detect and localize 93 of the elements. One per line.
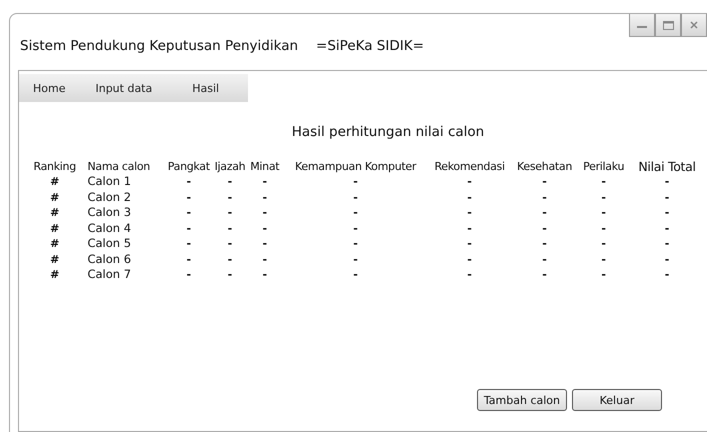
column-header: Nilai Total [637, 159, 697, 174]
table-cell-text: - [352, 236, 359, 252]
menu-item[interactable]: Hasil [192, 82, 220, 94]
table-cell-text: Calon 4 [87, 220, 132, 236]
table-cell-text: # [49, 236, 60, 252]
table-cell-text: - [466, 252, 473, 267]
table-cell-text: - [261, 174, 268, 190]
table-cell-text: - [226, 190, 234, 205]
table-cell-text: - [466, 236, 473, 252]
table-cell-text: - [186, 205, 192, 220]
table-cell-text: - [466, 220, 473, 236]
table-cell-text: - [352, 174, 359, 190]
table-cell-text: - [664, 236, 670, 252]
table-cell-text: - [352, 252, 359, 267]
table-cell-text: - [261, 205, 268, 220]
add-button[interactable]: Tambah calon [476, 389, 567, 411]
table-cell-text: # [49, 205, 60, 220]
table-cell-text: - [261, 220, 268, 236]
table-cell-text: - [466, 174, 473, 190]
exit-button[interactable]: Keluar [572, 389, 662, 411]
table-cell-text: - [541, 220, 548, 236]
table-cell-text: - [186, 190, 192, 205]
close-button[interactable] [681, 14, 707, 37]
table-cell-text: - [466, 205, 473, 220]
table-cell-text: - [600, 220, 607, 236]
table-cell-text: - [664, 267, 670, 282]
table-cell-text: - [664, 252, 670, 267]
table-cell-text: - [186, 174, 192, 190]
column-header: Ijazah [214, 159, 246, 174]
table-cell-text: Calon 3 [87, 205, 132, 220]
table-cell-text: - [466, 267, 473, 282]
column-header: Nama calon [87, 159, 151, 174]
table-cell-text: - [352, 190, 359, 205]
column-header: Ranking [32, 159, 77, 174]
minimize-button[interactable] [629, 14, 655, 37]
table-cell-text: - [541, 174, 548, 190]
table-cell-text: - [186, 236, 192, 252]
table-cell-text: # [49, 190, 60, 205]
table-cell-text: - [600, 267, 607, 282]
table-cell-text: - [600, 205, 607, 220]
maximize-icon [662, 20, 674, 30]
table-cell-text: - [261, 236, 268, 252]
table-cell-text: - [226, 174, 234, 190]
table-cell-text: - [600, 190, 607, 205]
table-cell-text: Calon 1 [87, 174, 132, 190]
table-cell-text: Calon 2 [87, 190, 132, 205]
table-cell-text: - [664, 174, 670, 190]
table-cell-text: - [600, 236, 607, 252]
table-cell-text: - [186, 267, 192, 282]
column-header: Rekomendasi [433, 159, 506, 174]
table-cell-text: - [186, 220, 192, 236]
column-header: Perilaku [582, 159, 626, 174]
table-cell-text: - [600, 252, 607, 267]
menu-item[interactable]: Input data [95, 82, 192, 94]
table-cell-text: - [664, 190, 670, 205]
table-cell-text: - [541, 190, 548, 205]
table-cell-text: - [541, 267, 548, 282]
table-cell-text: - [261, 267, 268, 282]
section-heading: Hasil perhitungan nilai calon [290, 124, 484, 140]
table-cell-text: - [226, 205, 234, 220]
table-cell-text: - [352, 220, 359, 236]
table-cell-text: - [261, 252, 268, 267]
table-cell-text: - [226, 252, 234, 267]
table-cell-text: - [664, 205, 670, 220]
column-header: Kesehatan [516, 159, 574, 174]
table-cell-text: - [352, 205, 359, 220]
table-cell-text: - [261, 190, 268, 205]
table-cell-text: Calon 7 [87, 267, 132, 282]
table-cell-text: - [226, 220, 234, 236]
table-cell-text: - [600, 174, 607, 190]
column-header: Kemampuan Komputer [294, 159, 418, 174]
table-cell-text: Calon 6 [87, 252, 132, 267]
column-header: Minat [249, 159, 280, 174]
table-cell-text: # [49, 174, 60, 190]
table-cell-text: # [49, 267, 60, 282]
table-cell-text: - [541, 252, 548, 267]
maximize-button[interactable] [655, 14, 681, 37]
app-subtitle: =SiPeKa SIDIK= [316, 38, 424, 54]
window-title: Sistem Pendukung Keputusan Penyidikan [20, 38, 298, 54]
column-header: Pangkat [166, 159, 211, 174]
table-cell-text: # [49, 220, 60, 236]
table-cell-text: # [49, 252, 60, 267]
table-cell-text: - [226, 236, 234, 252]
table-cell-text: - [352, 267, 359, 282]
table-cell-text: - [186, 252, 192, 267]
close-icon [690, 21, 698, 29]
table-cell-text: - [541, 205, 548, 220]
table-cell-text: - [664, 220, 670, 236]
table-cell-text: - [466, 190, 473, 205]
menu-item[interactable]: Home [33, 82, 96, 94]
table-cell-text: - [541, 236, 548, 252]
table-cell-text: Calon 5 [87, 236, 132, 252]
table-cell-text: - [226, 267, 234, 282]
